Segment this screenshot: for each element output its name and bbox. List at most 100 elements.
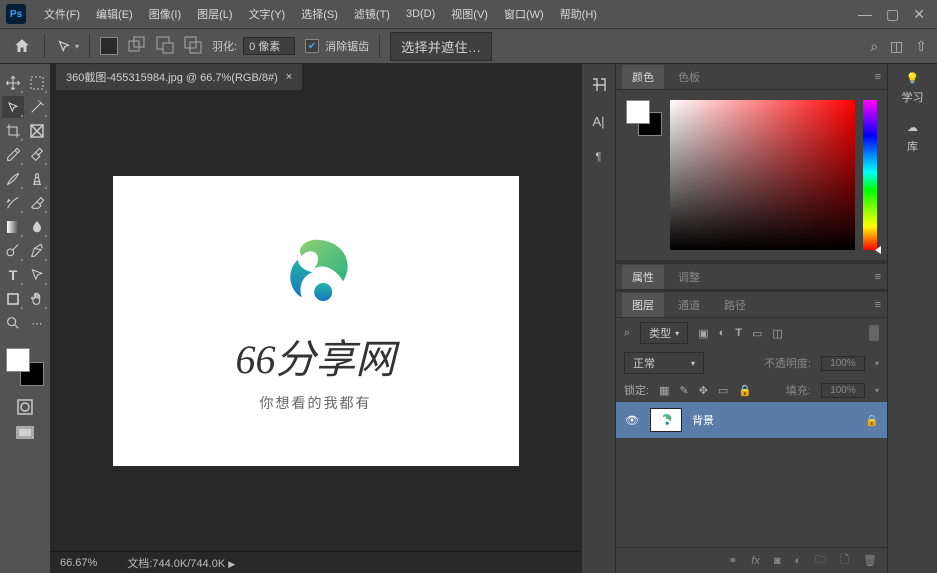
feather-input[interactable] [243,37,295,55]
shape-tool[interactable] [2,288,24,310]
eraser-tool[interactable] [26,192,48,214]
screen-mode-icon[interactable] [14,422,36,444]
pen-tool[interactable] [26,240,48,262]
window-maximize-icon[interactable]: ▢ [886,6,899,23]
lock-artboard-icon[interactable]: ▭ [718,384,728,397]
clone-stamp-tool[interactable] [26,168,48,190]
selection-mode-new[interactable] [100,37,118,55]
move-tool[interactable] [2,72,24,94]
panel-menu-icon[interactable]: ≡ [875,299,881,311]
panel-fg-bg-swatches[interactable] [626,100,662,136]
zoom-level[interactable]: 66.67% [60,557,97,569]
quick-mask-icon[interactable] [14,396,36,418]
history-brush-tool[interactable] [2,192,24,214]
delete-layer-icon[interactable]: 🗑 [863,554,877,567]
path-select-tool[interactable] [26,264,48,286]
select-and-mask-button[interactable]: 选择并遮住… [390,32,492,61]
edit-toolbar[interactable]: ⋯ [26,312,48,334]
share-icon[interactable]: ⇧ [915,38,927,55]
filter-kind-dropdown[interactable]: 类型 ▾ [640,322,688,344]
gradient-tool[interactable] [2,216,24,238]
new-layer-icon[interactable]: 🗋 [840,551,849,570]
tab-adjustments[interactable]: 调整 [668,265,710,289]
eyedropper-tool[interactable] [2,144,24,166]
lock-pixels-icon[interactable]: ▦ [659,384,669,397]
filter-smart-icon[interactable]: ◫ [772,327,782,340]
fill-adjust-icon[interactable]: ◐ [795,555,802,567]
healing-brush-tool[interactable] [26,144,48,166]
menu-type[interactable]: 文字(Y) [241,6,294,22]
lock-brush-icon[interactable]: ✎ [679,384,688,397]
menu-window[interactable]: 窗口(W) [496,6,552,22]
tab-channels[interactable]: 通道 [668,293,710,317]
doc-info[interactable]: 文档:744.0K/744.0K ▶ [127,555,235,571]
filter-type-icon[interactable]: T [735,327,742,339]
tab-color[interactable]: 颜色 [622,65,664,89]
layer-row[interactable]: 👁 背景 🔒 [616,402,887,438]
crop-tool[interactable] [2,120,24,142]
selection-mode-subtract[interactable] [156,36,174,57]
filter-toggle[interactable] [869,325,879,341]
learn-panel-toggle[interactable]: 💡 学习 [902,72,924,105]
antialias-checkbox[interactable]: ✔ [305,39,319,53]
dodge-tool[interactable] [2,240,24,262]
fill-field[interactable]: 100% [821,383,865,398]
menu-3d[interactable]: 3D(D) [398,8,443,20]
layer-name[interactable]: 背景 [692,412,714,428]
tab-properties[interactable]: 属性 [622,265,664,289]
filter-adjust-icon[interactable]: ◐ [719,327,726,339]
libraries-panel-toggle[interactable]: ☁ 库 [907,121,918,154]
filter-shape-icon[interactable]: ▭ [752,327,762,340]
close-tab-icon[interactable]: × [286,71,292,83]
menu-help[interactable]: 帮助(H) [552,6,605,22]
character-panel-icon[interactable]: A| [588,110,610,132]
brush-tool[interactable] [2,168,24,190]
lock-position-icon[interactable]: ✥ [699,384,708,397]
selection-mode-intersect[interactable] [184,36,202,57]
window-minimize-icon[interactable]: — [858,6,872,23]
arrange-docs-icon[interactable]: ◫ [890,38,903,55]
blur-tool[interactable] [26,216,48,238]
panel-menu-icon[interactable]: ≡ [875,271,881,283]
canvas-area[interactable]: 66分享网 你想看的我都有 [50,90,581,551]
tab-layers[interactable]: 图层 [622,293,664,317]
layer-mask-icon[interactable]: ◙ [774,555,781,567]
tab-paths[interactable]: 路径 [714,293,756,317]
menu-view[interactable]: 视图(V) [443,6,496,22]
fg-bg-swatches[interactable] [6,348,44,386]
hand-tool[interactable] [26,288,48,310]
visibility-eye-icon[interactable]: 👁 [624,414,640,427]
tab-swatches[interactable]: 色板 [668,65,710,89]
menu-edit[interactable]: 编辑(E) [88,6,141,22]
lasso-tool[interactable] [2,96,24,118]
paragraph-styles-icon[interactable] [588,74,610,96]
layer-fx-icon[interactable]: fx [751,555,760,567]
menu-image[interactable]: 图像(I) [141,6,189,22]
tool-preset[interactable]: ▾ [55,37,79,55]
group-icon[interactable]: 🗀 [815,551,826,570]
menu-select[interactable]: 选择(S) [293,6,346,22]
filter-search-icon[interactable]: ⌕ [624,327,630,340]
home-icon[interactable] [10,34,34,58]
window-close-icon[interactable]: ✕ [913,6,925,23]
type-tool[interactable]: T [2,264,24,286]
paragraph-panel-icon[interactable]: ¶ [588,146,610,168]
color-field[interactable] [670,100,855,250]
link-layers-icon[interactable]: ⚭ [728,554,737,567]
panel-menu-icon[interactable]: ≡ [875,71,881,83]
layer-lock-icon[interactable]: 🔒 [865,414,879,427]
document-tab[interactable]: 360截图-455315984.jpg @ 66.7%(RGB/8#) × [56,64,302,90]
marquee-tool[interactable] [26,72,48,94]
menu-filter[interactable]: 滤镜(T) [346,6,398,22]
lock-all-icon[interactable]: 🔒 [738,384,752,397]
fg-color-swatch[interactable] [6,348,30,372]
opacity-field[interactable]: 100% [821,356,865,371]
magic-wand-tool[interactable] [26,96,48,118]
menu-file[interactable]: 文件(F) [36,6,88,22]
zoom-tool[interactable] [2,312,24,334]
frame-tool[interactable] [26,120,48,142]
selection-mode-add[interactable] [128,36,146,57]
filter-pixel-icon[interactable]: ▣ [698,327,708,340]
hue-slider[interactable] [863,100,877,250]
blend-mode-dropdown[interactable]: 正常 ▾ [624,352,704,374]
